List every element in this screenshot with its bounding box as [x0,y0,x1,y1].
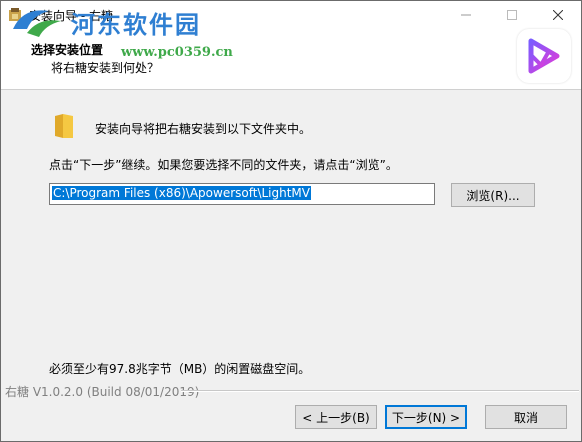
folder-icon [55,114,73,138]
installer-window: 安装向导 - 右糖 选择安装位置 将右糖安装到何处？ 河东软件园 www.pc0… [0,0,582,442]
wizard-content: 安装向导将把右糖安装到以下文件夹中。 点击“下一步”继续。如果您要选择不同的文件… [1,90,581,382]
version-label: 右糖 V1.0.2.0 (Build 08/01/2019) [5,385,200,399]
footer-divider [181,390,579,392]
install-path-input[interactable]: C:\Program Files (x86)\Apowersoft\LightM… [49,183,435,205]
instruction-text: 点击“下一步”继续。如果您要选择不同的文件夹，请点击“浏览”。 [49,158,398,172]
lightmv-logo-icon [528,38,560,74]
cancel-button[interactable]: 取消 [485,405,567,429]
page-title: 选择安装位置 [31,43,104,57]
minimize-icon [461,14,471,16]
app-logo [517,29,571,83]
browse-button[interactable]: 浏览(R)... [451,183,535,207]
watermark-url: www.pc0359.cn [121,45,233,60]
back-button[interactable]: < 上一步(B) [295,405,377,429]
maximize-icon [507,10,517,20]
next-button[interactable]: 下一步(N) > [385,405,467,429]
watermark-title: 河东软件园 [71,10,201,39]
maximize-button[interactable] [489,1,535,29]
close-button[interactable] [535,1,581,29]
install-path-value: C:\Program Files (x86)\Apowersoft\LightM… [52,186,311,200]
watermark-logo-icon [13,10,61,37]
minimize-button[interactable] [443,1,489,29]
page-subtitle: 将右糖安装到何处？ [51,61,160,75]
close-icon [553,10,563,20]
folder-description: 安装向导将把右糖安装到以下文件夹中。 [95,122,312,136]
disk-space-text: 必须至少有97.8兆字节（MB）的闲置磁盘空间。 [49,362,311,376]
